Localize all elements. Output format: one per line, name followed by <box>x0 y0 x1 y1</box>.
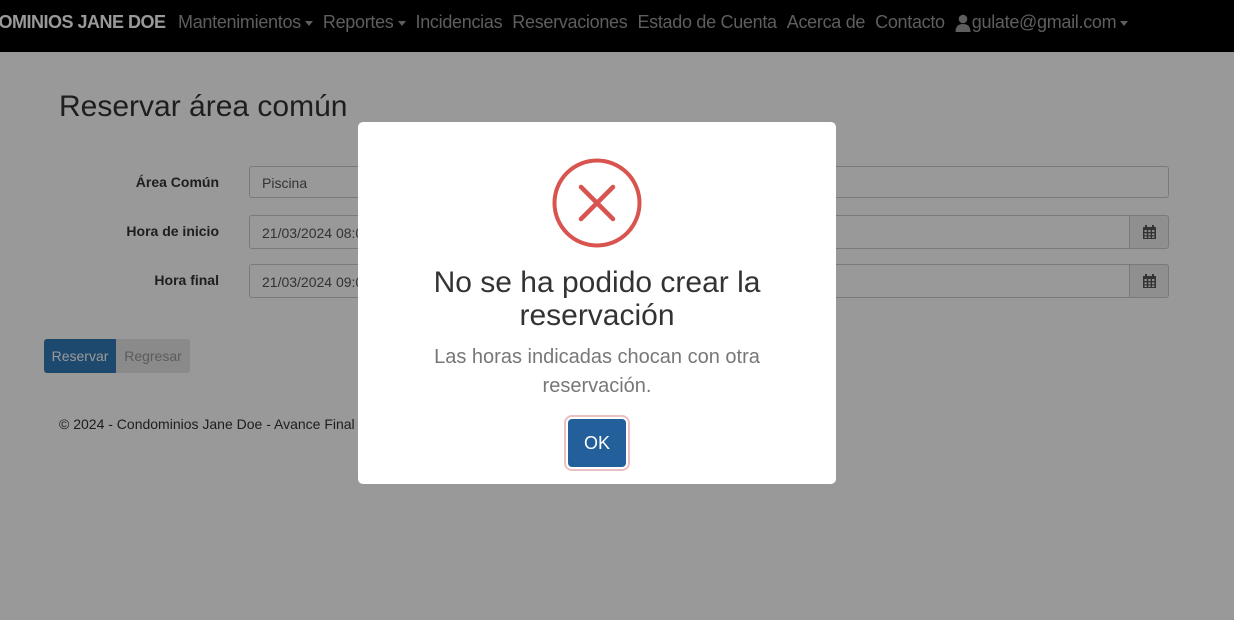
dialog-message: Las horas indicadas chocan con otra rese… <box>434 346 760 397</box>
dialog-title: No se ha podido crear la reservación <box>433 266 761 332</box>
error-x-icon <box>552 158 642 248</box>
ok-button[interactable]: OK <box>568 419 626 467</box>
error-dialog: No se ha podido crear la reservación Las… <box>358 122 836 484</box>
